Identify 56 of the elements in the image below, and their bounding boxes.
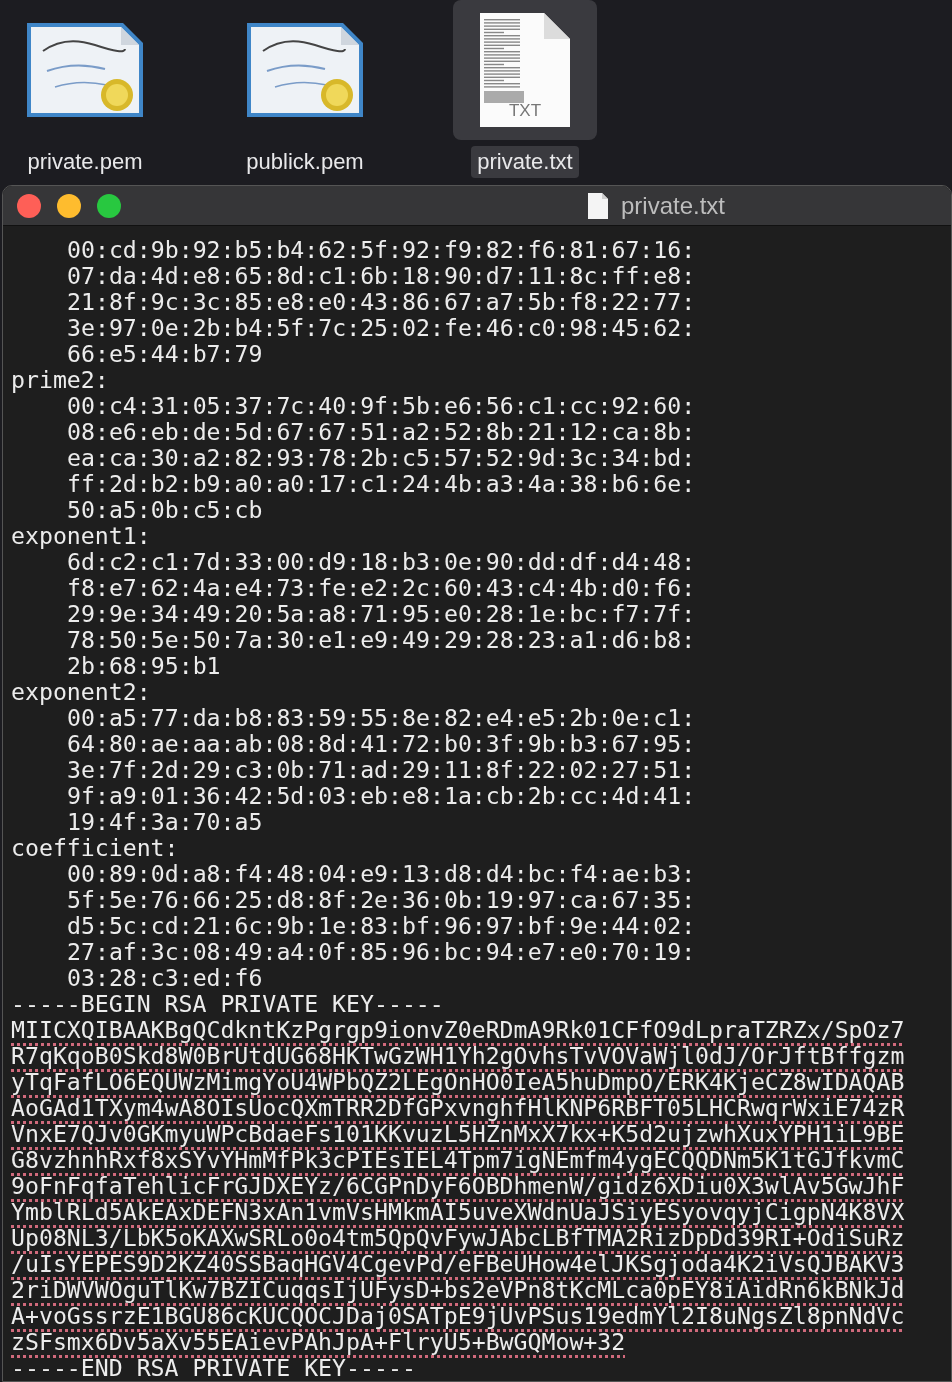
base64-line: 9oFnFqfaTehlicFrGJDXEYz/6CGPnDyF6OBDhmenW/gidz6XDiu0X3wlAv5GwJhF — [11, 1172, 905, 1199]
base64-line: VnxE7QJv0GKmyuWPcBdaeFs101KKvuzL5HZnMxX7kx+K5d2ujzwhXuxYPH1iL9BE — [11, 1120, 905, 1147]
close-button[interactable] — [17, 193, 41, 218]
base64-line: YmblRLd5AkEAxDEFN3xAn1vmVsHMkmAI5uveXWdnUaJSiyESyovqyjCigpN4K8VX — [11, 1198, 905, 1225]
field-label: prime2: — [11, 367, 110, 393]
hex-value-line: 78:50:5e:50:7a:30:e1:e9:49:29:28:23:a1:d6:b8: — [66, 627, 697, 653]
file-name[interactable]: private.txt — [471, 146, 579, 178]
hex-value-line: 00:cd:9b:92:b5:b4:62:5f:92:f9:82:f6:81:67:16: — [66, 237, 697, 263]
hex-value-line: d5:5c:cd:21:6c:9b:1e:83:bf:96:97:bf:9e:44:02: — [66, 913, 697, 939]
hex-value-line: 6d:c2:c1:7d:33:00:d9:18:b3:0e:90:dd:df:d4:48: — [67, 549, 697, 575]
file-type-label: TXT — [507, 99, 543, 122]
pem-footer: -----END RSA PRIVATE KEY----- — [11, 1355, 951, 1381]
base64-line: /uIsYEPES9D2KZ40SSBaqHGV4CgevPd/eFBeUHow4elJKSgjoda4K2iVsQJBAKV3 — [11, 1250, 905, 1277]
hex-value-line: 29:9e:34:49:20:5a:a8:71:95:e0:28:1e:bc:f7:7f: — [66, 601, 697, 627]
hex-value-line: f8:e7:62:4a:e4:73:fe:e2:2c:60:43:c4:4b:d0:f6: — [66, 575, 697, 601]
base64-line: 2riDWVWOguTlKw7BZICuqqsIjUFysD+bs2eVPn8tKcMLca0pEY8iAidRn6kBNkJd — [11, 1276, 905, 1303]
document-icon — [587, 191, 609, 220]
hex-value-line: 50:a5:0b:c5:cb — [66, 497, 264, 523]
hex-value-line: 66:e5:44:b7:79 — [66, 341, 264, 367]
hex-value-line: 03:28:c3:ed:f6 — [66, 965, 264, 991]
hex-value-line: 19:4f:3a:70:a5 — [66, 809, 264, 835]
hex-value-line: 21:8f:9c:3c:85:e8:e0:43:86:67:a7:5b:f8:22:77: — [66, 289, 697, 315]
text-file-icon — [478, 11, 572, 129]
hex-value-line: 00:a5:77:da:b8:83:59:55:8e:82:e4:e5:2b:0e:c1: — [67, 705, 697, 731]
hex-value-line: 9f:a9:01:36:42:5d:03:eb:e8:1a:cb:2b:cc:4d:41: — [66, 783, 697, 809]
hex-value-line: 3e:97:0e:2b:b4:5f:7c:25:02:fe:46:c0:98:45:62: — [66, 315, 697, 341]
file-name[interactable]: publick.pem — [240, 146, 370, 178]
zoom-button[interactable] — [97, 193, 121, 218]
hex-value-line: 64:80:ae:aa:ab:08:8d:41:72:b0:3f:9b:b3:67:95: — [66, 731, 697, 757]
base64-line: Up08NL3/LbK5oKAXwSRLo0o4tm5QpQvFywJAbcLBfTMA2RizDpDd39RI+OdiSuRz — [11, 1224, 905, 1251]
hex-value-line: 07:da:4d:e8:65:8d:c1:6b:18:90:d7:11:8c:ff:e8: — [66, 263, 697, 289]
hex-value-line: 00:89:0d:a8:f4:48:04:e9:13:d8:d4:bc:f4:ae:b3: — [66, 861, 697, 887]
base64-line: AoGAd1TXym4wA8OIsUocQXmTRR2DfGPxvnghfHlKNP6RBFT05LHCRwqrWxiE74zR — [11, 1094, 905, 1121]
base64-line: R7qKqoB0Skd8W0BrUtdUG68HKTwGzWH1Yh2gOvhsTvVOVaWjl0dJ/OrJftBffgzm — [11, 1042, 905, 1069]
field-label: exponent2: — [11, 679, 152, 705]
hex-value-line: 08:e6:eb:de:5d:67:67:51:a2:52:8b:21:12:ca:8b: — [66, 419, 697, 445]
hex-value-line: 3e:7f:2d:29:c3:0b:71:ad:29:11:8f:22:02:27:51: — [66, 757, 697, 783]
hex-value-line: ea:ca:30:a2:82:93:78:2b:c5:57:52:9d:3c:34:bd: — [66, 445, 697, 471]
base64-line: MIICXQIBAAKBgQCdkntKzPgrgp9ionvZ0eRDmA9Rk01CFfO9dLpraTZRZx/SpOz7 — [11, 1016, 905, 1043]
field-label: coefficient: — [11, 835, 180, 861]
hex-value-line: 2b:68:95:b1 — [66, 653, 222, 679]
certificate-icon — [245, 21, 365, 119]
file-name[interactable]: private.pem — [21, 146, 149, 178]
minimize-button[interactable] — [57, 193, 81, 218]
window-title: private.txt — [621, 190, 726, 221]
base64-line: A+voGssrzE1BGU86cKUCQOCJDaj0SATpE9jUvPSus19edmYl2I8uNgsZl8pnNdVc — [11, 1302, 905, 1329]
pem-header: -----BEGIN RSA PRIVATE KEY----- — [11, 991, 445, 1017]
base64-line: zSFsmx6Dv5aXv55EAievPAhJpA+FlryU5+BwGQMow+32 — [11, 1328, 626, 1355]
certificate-icon — [25, 21, 145, 119]
base64-line: G8vzhnhRxf8xSYvYHmMfPk3cPIEsIEL4Tpm7igNEmfm4ygECQQDNm5K1tGJfkvmC — [11, 1146, 905, 1173]
field-label: exponent1: — [11, 523, 152, 549]
hex-value-line: 5f:5e:76:66:25:d8:8f:2e:36:0b:19:97:ca:67:35: — [66, 887, 697, 913]
hex-value-line: ff:2d:b2:b9:a0:a0:17:c1:24:4b:a3:4a:38:b6:6e: — [66, 471, 697, 497]
hex-value-line: 00:c4:31:05:37:7c:40:9f:5b:e6:56:c1:cc:92:60: — [67, 393, 697, 419]
base64-line: yTqFafLO6EQUWzMimgYoU4WPbQZ2LEgOnHO0IeA5huDmpO/ERK4KjeCZ8wIDAQAB — [11, 1068, 905, 1095]
hex-value-line: 27:af:3c:08:49:a4:0f:85:96:bc:94:e7:e0:70:19: — [66, 939, 697, 965]
